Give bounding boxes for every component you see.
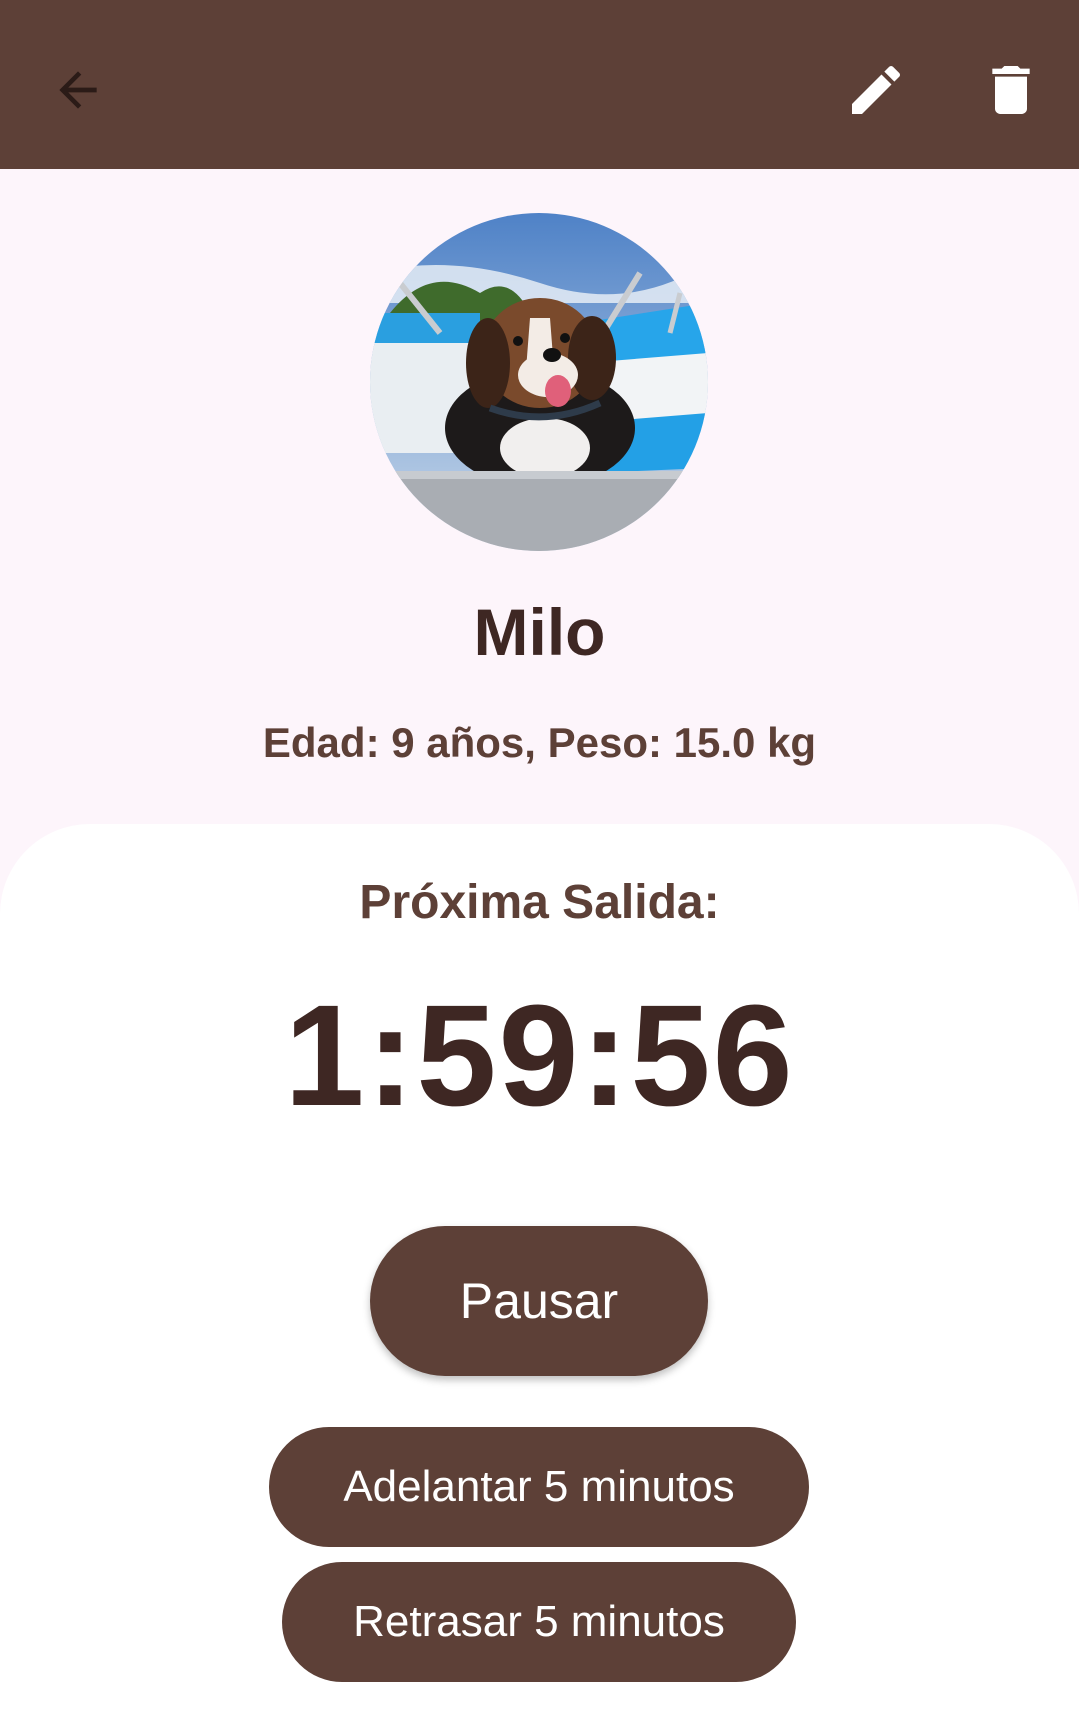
pet-name: Milo (473, 595, 606, 669)
next-walk-label: Próxima Salida: (359, 876, 720, 929)
arrow-back-icon (59, 71, 97, 109)
pencil-icon (852, 65, 901, 114)
walk-timer-card: Próxima Salida: 1:59:56 Pausar Adelantar… (0, 824, 1079, 1736)
pet-age-weight: Edad: 9 años, Peso: 15.0 kg (262, 719, 817, 766)
pet-header: Milo Edad: 9 años, Peso: 15.0 kg (0, 169, 1079, 849)
pause-button[interactable]: Pausar (370, 1226, 708, 1376)
dog-on-boat-photo (370, 213, 708, 551)
back-button[interactable] (30, 42, 126, 138)
pet-avatar (370, 213, 708, 551)
app-bar (0, 0, 1079, 169)
countdown-timer: 1:59:56 (284, 975, 795, 1136)
edit-button[interactable] (828, 42, 924, 138)
delay-5-minutes-button[interactable]: Retrasar 5 minutos (282, 1562, 796, 1682)
trash-icon (992, 66, 1030, 114)
delete-button[interactable] (963, 42, 1059, 138)
advance-5-minutes-button[interactable]: Adelantar 5 minutos (269, 1427, 809, 1547)
